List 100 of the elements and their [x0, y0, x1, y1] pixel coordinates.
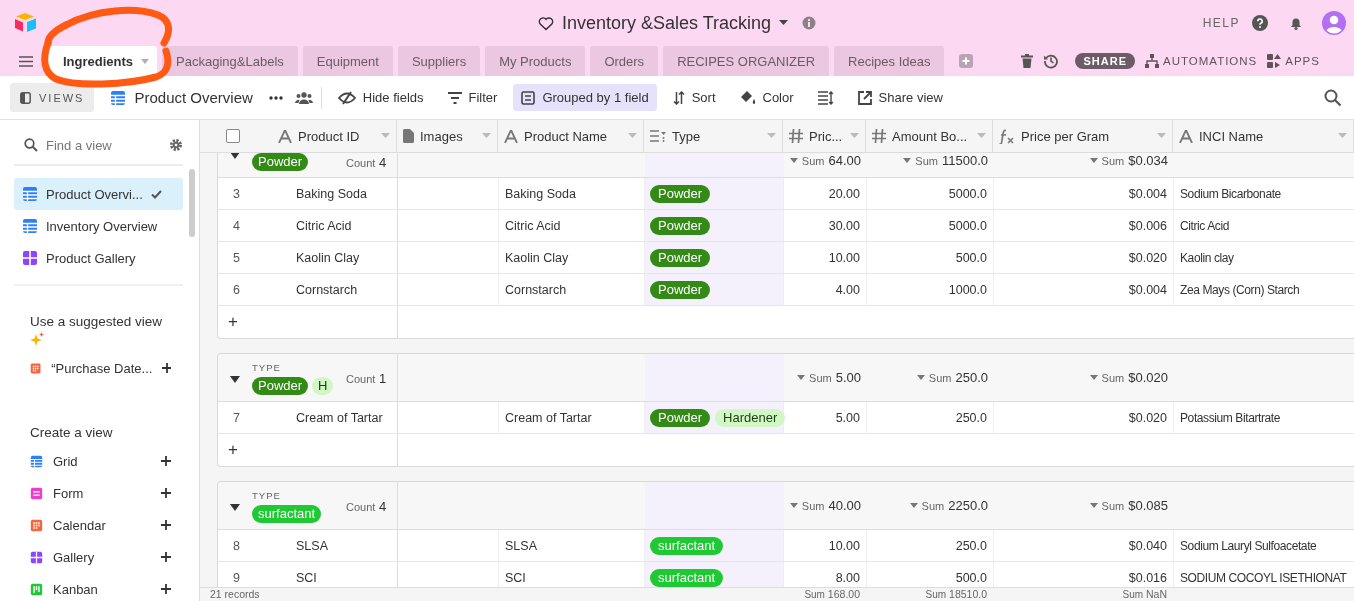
- table-cell[interactable]: 20.00: [828, 186, 860, 201]
- view-type-option[interactable]: Form: [53, 485, 151, 501]
- more-icon[interactable]: [268, 95, 283, 100]
- plus-icon[interactable]: [162, 363, 171, 373]
- table-tab[interactable]: Orders: [590, 46, 659, 76]
- table-cell[interactable]: SLSA: [296, 538, 328, 553]
- table-cell[interactable]: Cream of Tartar: [505, 410, 592, 425]
- summary-value[interactable]: Sum $0.034: [1089, 153, 1168, 168]
- column-header[interactable]: Images: [403, 128, 491, 144]
- history-icon[interactable]: [1043, 53, 1060, 69]
- table-cell[interactable]: SCI: [296, 570, 317, 585]
- table-cell[interactable]: Cornstarch: [296, 282, 358, 297]
- empty-cell[interactable]: [398, 274, 499, 306]
- column-header[interactable]: Price per Gram: [999, 128, 1166, 144]
- add-record-button[interactable]: +: [224, 312, 238, 332]
- table-cell[interactable]: 250.0: [955, 410, 987, 425]
- table-cell[interactable]: 250.0: [955, 538, 987, 553]
- table-cell[interactable]: SCI: [505, 570, 526, 585]
- summary-value[interactable]: Sum $0.085: [1089, 498, 1168, 513]
- table-cell[interactable]: 4.00: [835, 282, 860, 297]
- table-cell[interactable]: Zea Mays (Corn) Starch: [1180, 282, 1300, 297]
- table-cell[interactable]: Kaolin Clay: [296, 250, 360, 265]
- table-cell[interactable]: 1000.0: [948, 282, 987, 297]
- table-cell[interactable]: Cornstarch: [505, 282, 567, 297]
- table-tab[interactable]: Recipes Ideas: [834, 46, 945, 76]
- table-cell[interactable]: $0.016: [1128, 570, 1167, 585]
- plus-icon[interactable]: [161, 456, 171, 466]
- plus-icon[interactable]: [161, 488, 171, 498]
- view-type-option[interactable]: Kanban: [53, 581, 151, 597]
- menu-icon[interactable]: [19, 55, 33, 67]
- view-type-option[interactable]: Grid: [53, 453, 151, 469]
- table-cell[interactable]: Citric Acid: [1180, 218, 1229, 233]
- table-tab[interactable]: RECIPES ORGANIZER: [663, 46, 830, 76]
- summary-value[interactable]: Sum $0.020: [1089, 370, 1168, 385]
- table-cell[interactable]: 10.00: [828, 538, 860, 553]
- table-cell[interactable]: 5000.0: [948, 218, 987, 233]
- views-button[interactable]: VIEWS: [10, 83, 95, 112]
- table-cell[interactable]: 5.00: [835, 410, 860, 425]
- logo-icon[interactable]: [14, 12, 38, 34]
- plus-icon[interactable]: [161, 584, 171, 594]
- summary-value[interactable]: Sum 40.00: [789, 498, 861, 513]
- table-cell[interactable]: Cream of Tartar: [296, 410, 383, 425]
- heart-icon[interactable]: [537, 15, 554, 31]
- table-tab[interactable]: Packaging&Labels: [162, 46, 298, 76]
- help-icon[interactable]: [1252, 15, 1268, 31]
- view-item[interactable]: Inventory Overview: [14, 210, 183, 242]
- table-cell[interactable]: 5000.0: [948, 186, 987, 201]
- view-item[interactable]: Product Overvi...: [14, 178, 183, 210]
- settings-icon[interactable]: [169, 138, 183, 152]
- table-cell[interactable]: Citric Acid: [296, 218, 352, 233]
- table-tab[interactable]: Ingredients: [47, 46, 158, 76]
- plus-icon[interactable]: [161, 552, 171, 562]
- table-cell[interactable]: $0.040: [1128, 538, 1167, 553]
- column-header[interactable]: Amount Bo...: [872, 128, 986, 144]
- search-icon[interactable]: [1324, 88, 1342, 107]
- automations-button[interactable]: AUTOMATIONS: [1145, 54, 1258, 68]
- summary-value[interactable]: Sum 250.0: [916, 370, 988, 385]
- group-button[interactable]: Grouped by 1 field: [513, 84, 657, 111]
- table-cell[interactable]: Potassium Bitartrate: [1180, 410, 1281, 425]
- caret-icon[interactable]: [779, 20, 789, 26]
- share-view-button[interactable]: Share view: [849, 84, 951, 111]
- summary-value[interactable]: Sum 64.00: [789, 153, 861, 168]
- column-header[interactable]: Product Name: [504, 128, 637, 144]
- table-cell[interactable]: SODIUM COCOYL ISETHIONAT: [1180, 570, 1347, 585]
- add-table-icon[interactable]: [959, 54, 974, 68]
- table-cell[interactable]: SLSA: [505, 538, 537, 553]
- trash-icon[interactable]: [1021, 54, 1034, 68]
- color-button[interactable]: Color: [731, 84, 802, 111]
- table-cell[interactable]: 8.00: [835, 570, 860, 585]
- empty-cell[interactable]: [398, 178, 499, 210]
- column-header[interactable]: INCI Name: [1179, 128, 1347, 144]
- plus-icon[interactable]: [161, 520, 171, 530]
- filter-button[interactable]: Filter: [439, 84, 506, 111]
- empty-cell[interactable]: [398, 402, 499, 434]
- table-tab[interactable]: Equipment: [302, 46, 393, 76]
- table-cell[interactable]: $0.020: [1128, 410, 1167, 425]
- apps-button[interactable]: APPS: [1267, 54, 1320, 68]
- view-type-option[interactable]: Gallery: [53, 549, 151, 565]
- empty-cell[interactable]: [398, 530, 499, 562]
- add-record-button[interactable]: +: [224, 440, 238, 460]
- sort-button[interactable]: Sort: [664, 84, 724, 111]
- summary-value[interactable]: Sum 11500.0: [903, 153, 988, 168]
- table-cell[interactable]: Citric Acid: [505, 218, 561, 233]
- empty-cell[interactable]: [398, 210, 499, 242]
- scrollbar-thumb[interactable]: [189, 169, 195, 237]
- column-header[interactable]: Type: [650, 128, 776, 144]
- table-cell[interactable]: 500.0: [955, 250, 987, 265]
- table-cell[interactable]: 10.00: [828, 250, 860, 265]
- collapse-icon[interactable]: [230, 376, 240, 383]
- view-type-option[interactable]: Calendar: [53, 517, 151, 533]
- table-cell[interactable]: Kaolin clay: [1180, 250, 1234, 265]
- view-item[interactable]: Product Gallery: [14, 242, 183, 274]
- summary-value[interactable]: Sum 2250.0: [909, 498, 988, 513]
- table-cell[interactable]: $0.004: [1128, 186, 1167, 201]
- summary-value[interactable]: Sum 5.00: [797, 370, 861, 385]
- base-title[interactable]: Inventory &Sales Tracking: [561, 12, 772, 34]
- column-header[interactable]: Pric...: [789, 128, 859, 144]
- table-cell[interactable]: 30.00: [828, 218, 860, 233]
- table-tab[interactable]: My Products: [485, 46, 586, 76]
- select-all-checkbox[interactable]: [226, 129, 240, 143]
